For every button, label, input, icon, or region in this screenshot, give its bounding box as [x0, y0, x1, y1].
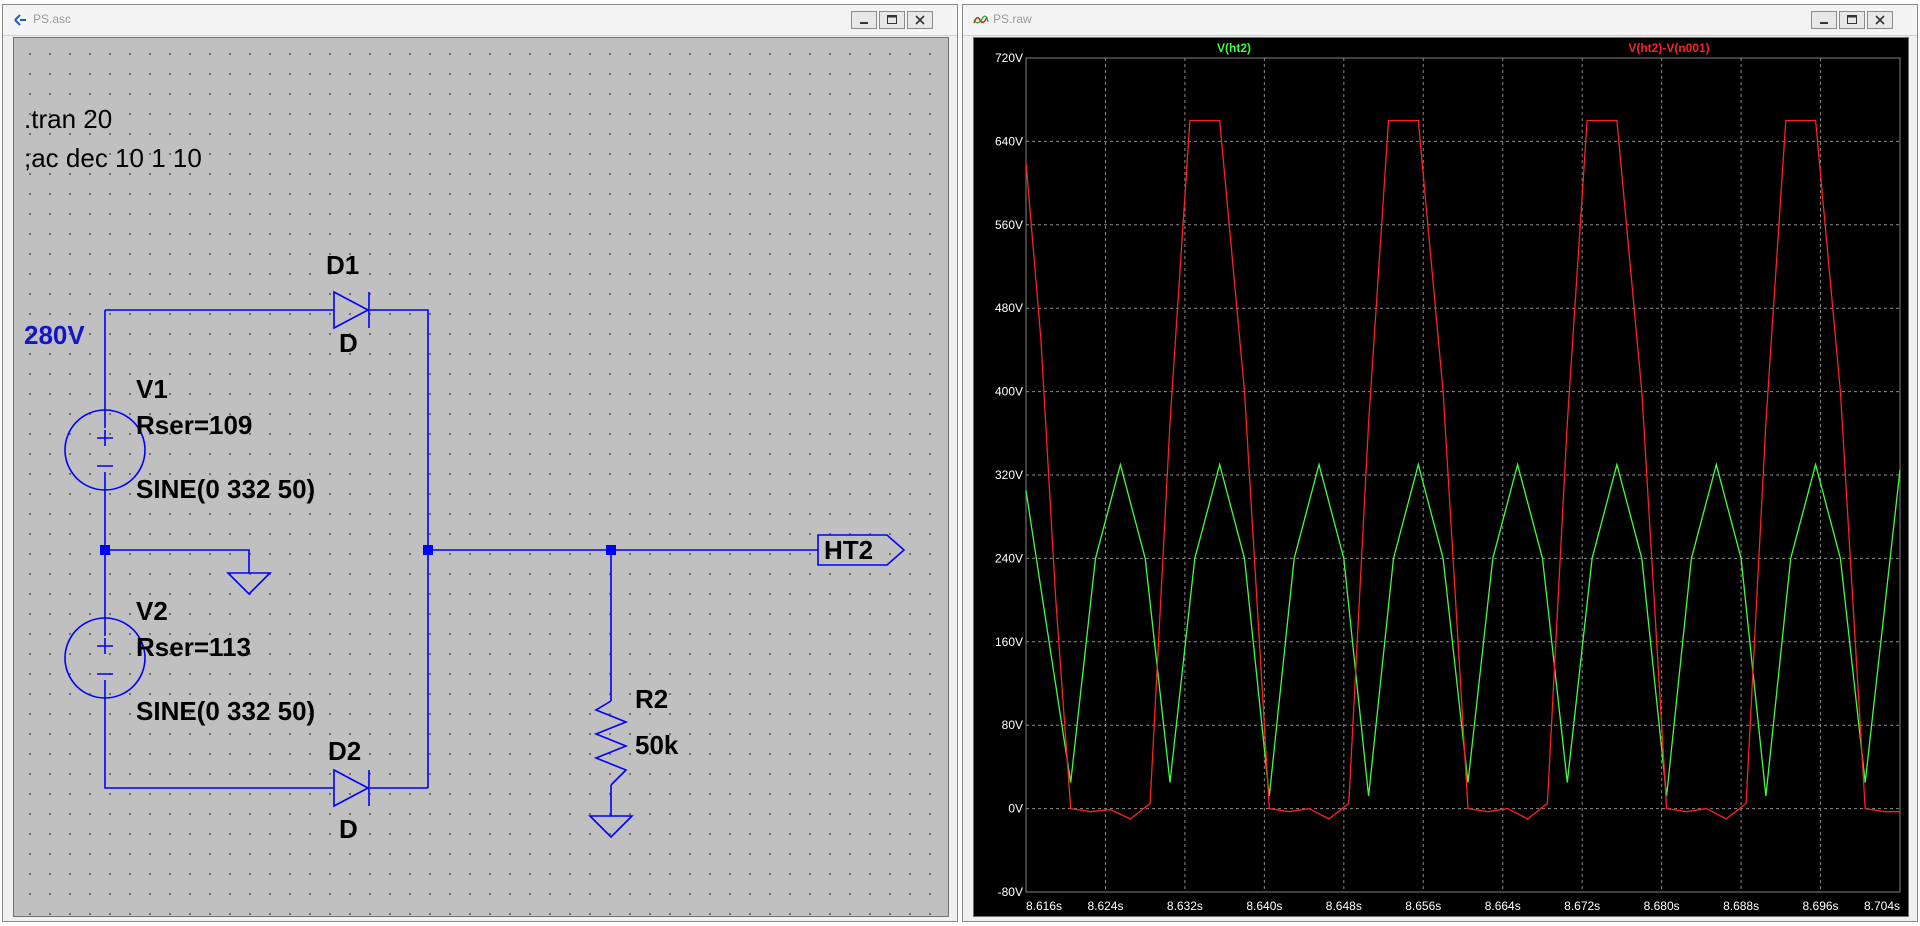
junction-dot	[606, 545, 616, 555]
y-tick-label: 0V	[1008, 802, 1023, 816]
d2-ref-label[interactable]: D2	[328, 736, 361, 767]
y-tick-label: 480V	[995, 301, 1023, 315]
y-tick-label: 320V	[995, 468, 1023, 482]
y-tick-label: -80V	[998, 885, 1023, 899]
close-button[interactable]	[1867, 11, 1893, 29]
ltspice-schematic-icon	[13, 13, 27, 27]
d1-diode-symbol	[333, 290, 370, 330]
y-tick-label: 560V	[995, 218, 1023, 232]
net-label-280v[interactable]: 280V	[24, 320, 85, 351]
v1-rser-label[interactable]: Rser=109	[136, 410, 252, 441]
ground-symbol-2	[588, 815, 634, 839]
y-tick-label: 160V	[995, 635, 1023, 649]
d1-model-label[interactable]: D	[339, 328, 358, 359]
x-tick-label: 8.704s	[1864, 899, 1900, 913]
schematic-canvas[interactable]: .tran 20 ;ac dec 10 1 10 D1 D 280V V1 Rs…	[13, 37, 949, 917]
restore-button[interactable]	[1839, 11, 1865, 29]
y-tick-label: 720V	[995, 51, 1023, 65]
waveform-titlebar[interactable]: PS.raw	[963, 5, 1917, 36]
schematic-window-title: PS.asc	[33, 12, 72, 26]
junction-dot	[100, 545, 110, 555]
r2-value-label[interactable]: 50k	[635, 730, 678, 761]
legend-entry-1[interactable]: V(ht2)	[1217, 41, 1251, 55]
waveform-plot-area[interactable]: 8.616s 8.624s 8.632s 8.640s 8.648s 8.656s 8.66…	[973, 37, 1909, 917]
y-tick-label: 80V	[1002, 718, 1023, 732]
minimize-button[interactable]	[1811, 11, 1837, 29]
x-tick-label: 8.632s	[1167, 899, 1203, 913]
restore-button[interactable]	[879, 11, 905, 29]
v2-ref-label[interactable]: V2	[136, 596, 168, 627]
v1-ref-label[interactable]: V1	[136, 374, 168, 405]
r2-ref-label[interactable]: R2	[635, 684, 668, 715]
tran-directive[interactable]: .tran 20	[24, 104, 112, 135]
y-tick-label: 640V	[995, 134, 1023, 148]
v2-rser-label[interactable]: Rser=113	[136, 632, 251, 663]
x-tick-label: 8.672s	[1564, 899, 1600, 913]
waveform-viewer-icon	[973, 13, 989, 27]
schematic-window[interactable]: PS.asc .tran 20 ;ac dec 10 1 10 D1 D 280…	[2, 4, 958, 922]
minimize-button[interactable]	[851, 11, 877, 29]
y-tick-label: 240V	[995, 551, 1023, 565]
x-tick-label: 8.616s	[1026, 899, 1062, 913]
x-tick-label: 8.624s	[1087, 899, 1123, 913]
close-button[interactable]	[907, 11, 933, 29]
waveform-window-title: PS.raw	[993, 12, 1032, 26]
junction-dot	[423, 545, 433, 555]
schematic-titlebar[interactable]: PS.asc	[3, 5, 957, 36]
x-tick-label: 8.688s	[1723, 899, 1759, 913]
waveform-window[interactable]: PS.raw 8.616s 8.624s 8.632s 8.640s 8.648s 8.6…	[962, 4, 1918, 922]
series-line-2[interactable]	[1025, 119, 1900, 820]
ht2-port-label[interactable]: HT2	[824, 535, 873, 566]
v1-value-label[interactable]: SINE(0 332 50)	[136, 474, 315, 505]
d1-ref-label[interactable]: D1	[326, 250, 359, 281]
waveform-chart[interactable]: 8.616s 8.624s 8.632s 8.640s 8.648s 8.656s 8.66…	[974, 38, 1909, 917]
x-tick-label: 8.696s	[1803, 899, 1839, 913]
x-tick-label: 8.664s	[1485, 899, 1521, 913]
x-tick-label: 8.640s	[1246, 899, 1282, 913]
x-tick-label: 8.680s	[1644, 899, 1680, 913]
x-tick-label: 8.648s	[1326, 899, 1362, 913]
ground-symbol-1	[226, 572, 272, 596]
d2-model-label[interactable]: D	[339, 814, 358, 845]
v2-value-label[interactable]: SINE(0 332 50)	[136, 696, 315, 727]
y-tick-label: 400V	[995, 385, 1023, 399]
series-line-1[interactable]	[1025, 462, 1901, 797]
ac-directive-comment[interactable]: ;ac dec 10 1 10	[24, 143, 202, 174]
legend-entry-2[interactable]: V(ht2)-V(n001)	[1628, 41, 1709, 55]
x-tick-label: 8.656s	[1405, 899, 1441, 913]
d2-diode-symbol	[333, 768, 370, 808]
